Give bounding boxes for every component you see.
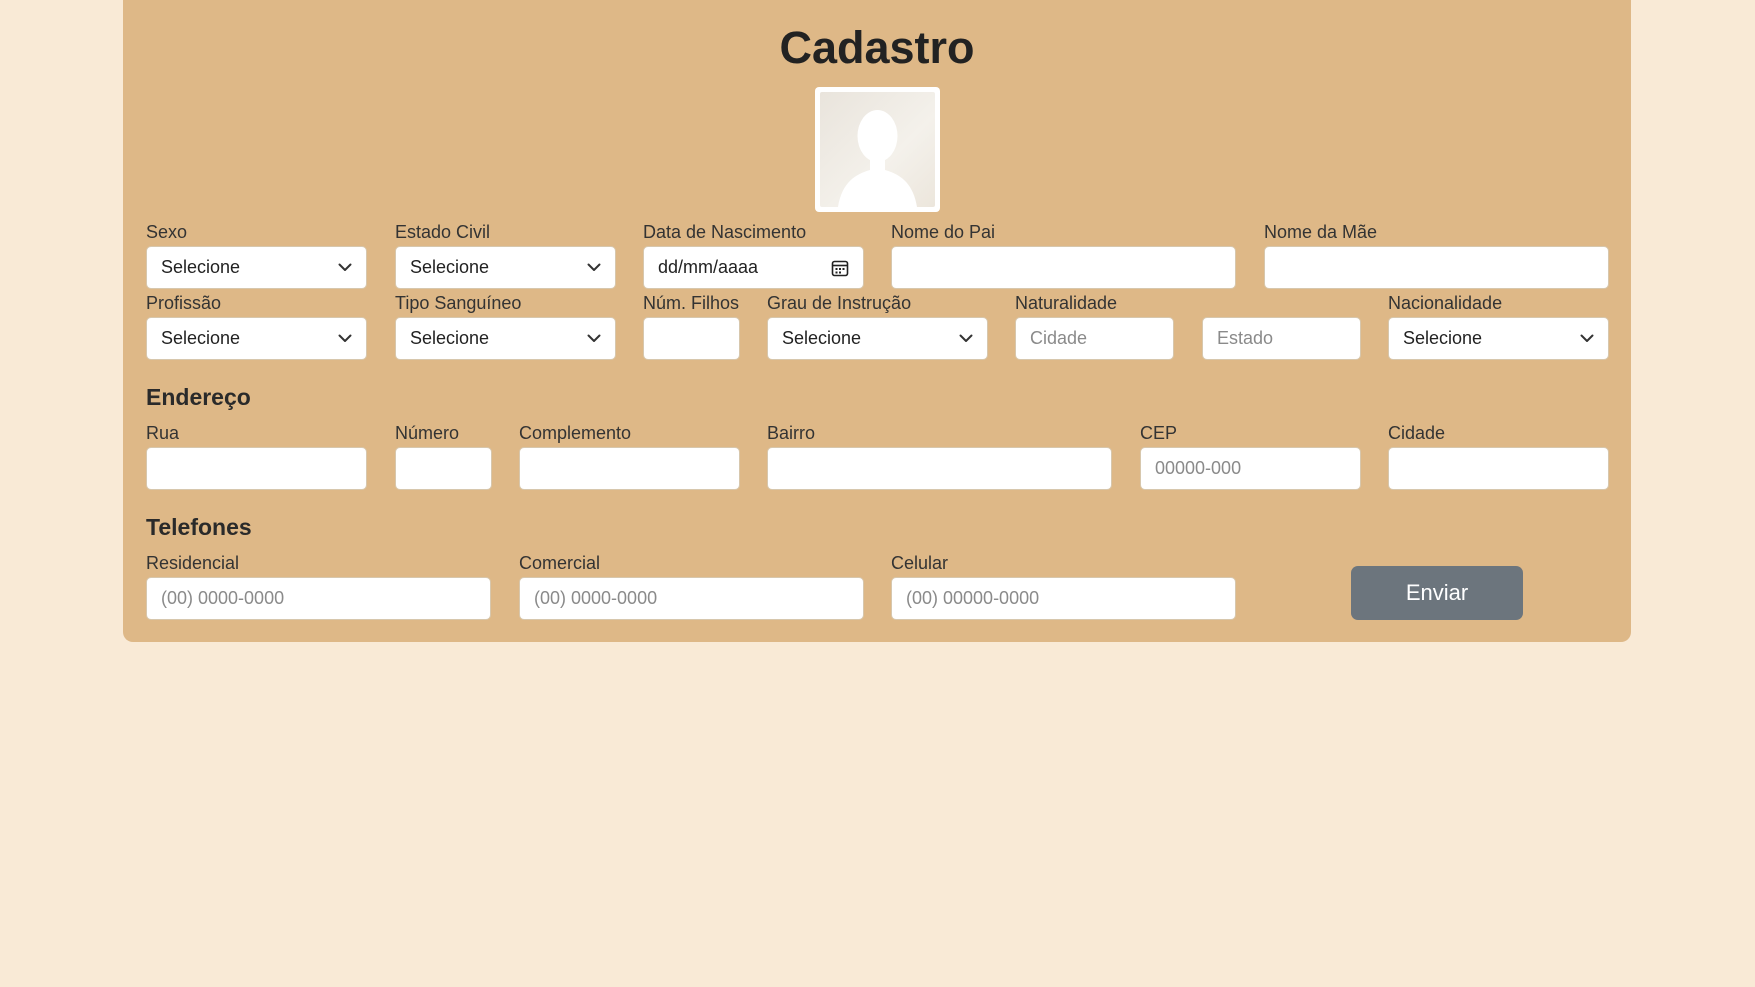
chevron-down-icon — [959, 334, 973, 342]
comercial-input[interactable] — [519, 577, 864, 620]
tipo-sanguineo-select-value: Selecione — [410, 328, 490, 348]
data-nascimento-label: Data de Nascimento — [643, 222, 807, 242]
nacionalidade-label: Nacionalidade — [1388, 293, 1503, 313]
profissao-label: Profissão — [146, 293, 222, 313]
naturalidade-estado-input[interactable] — [1202, 317, 1361, 360]
num-filhos-input[interactable] — [643, 317, 740, 360]
num-filhos-label: Núm. Filhos — [643, 293, 740, 313]
naturalidade-cidade-input[interactable] — [1015, 317, 1174, 360]
sexo-select[interactable]: Selecione — [146, 246, 367, 289]
profile-photo[interactable] — [815, 87, 940, 212]
endereco-heading: Endereço — [146, 384, 251, 410]
grau-instrucao-select-value: Selecione — [782, 328, 862, 348]
rua-input[interactable] — [146, 447, 367, 490]
nome-mae-input[interactable] — [1264, 246, 1609, 289]
chevron-down-icon — [587, 334, 601, 342]
data-nascimento-input[interactable]: dd/mm/aaaa — [643, 246, 864, 289]
residencial-input[interactable] — [146, 577, 491, 620]
naturalidade-label: Naturalidade — [1015, 293, 1118, 313]
celular-label: Celular — [891, 553, 949, 573]
registration-card: Cadastro Sexo Estado Civil Data de Nasci… — [123, 0, 1631, 642]
comercial-label: Comercial — [519, 553, 601, 573]
estado-civil-select[interactable]: Selecione — [395, 246, 616, 289]
calendar-icon[interactable] — [831, 259, 849, 277]
profissao-select-value: Selecione — [161, 328, 241, 348]
cep-input[interactable] — [1140, 447, 1361, 490]
numero-label: Número — [395, 423, 460, 443]
nacionalidade-select[interactable]: Selecione — [1388, 317, 1609, 360]
cidade-label: Cidade — [1388, 423, 1446, 443]
numero-input[interactable] — [395, 447, 492, 490]
nome-pai-input[interactable] — [891, 246, 1236, 289]
tipo-sanguineo-label: Tipo Sanguíneo — [395, 293, 522, 313]
profissao-select[interactable]: Selecione — [146, 317, 367, 360]
estado-civil-label: Estado Civil — [395, 222, 491, 242]
complemento-label: Complemento — [519, 423, 632, 443]
nacionalidade-select-value: Selecione — [1403, 328, 1483, 348]
sexo-label: Sexo — [146, 222, 188, 242]
page-title: Cadastro — [779, 22, 975, 73]
nome-mae-label: Nome da Mãe — [1264, 222, 1378, 242]
telefones-heading: Telefones — [146, 514, 252, 540]
submit-button[interactable]: Enviar — [1351, 566, 1523, 620]
cep-label: CEP — [1140, 423, 1178, 443]
data-nascimento-value: dd/mm/aaaa — [658, 257, 759, 277]
tipo-sanguineo-select[interactable]: Selecione — [395, 317, 616, 360]
cidade-input[interactable] — [1388, 447, 1609, 490]
residencial-label: Residencial — [146, 553, 240, 573]
bairro-label: Bairro — [767, 423, 816, 443]
estado-civil-select-value: Selecione — [410, 257, 490, 277]
chevron-down-icon — [338, 263, 352, 271]
celular-input[interactable] — [891, 577, 1236, 620]
complemento-input[interactable] — [519, 447, 740, 490]
grau-instrucao-label: Grau de Instrução — [767, 293, 912, 313]
person-silhouette-icon — [820, 92, 935, 207]
chevron-down-icon — [587, 263, 601, 271]
chevron-down-icon — [338, 334, 352, 342]
grau-instrucao-select[interactable]: Selecione — [767, 317, 988, 360]
nome-pai-label: Nome do Pai — [891, 222, 996, 242]
bairro-input[interactable] — [767, 447, 1112, 490]
chevron-down-icon — [1580, 334, 1594, 342]
rua-label: Rua — [146, 423, 180, 443]
sexo-select-value: Selecione — [161, 257, 241, 277]
